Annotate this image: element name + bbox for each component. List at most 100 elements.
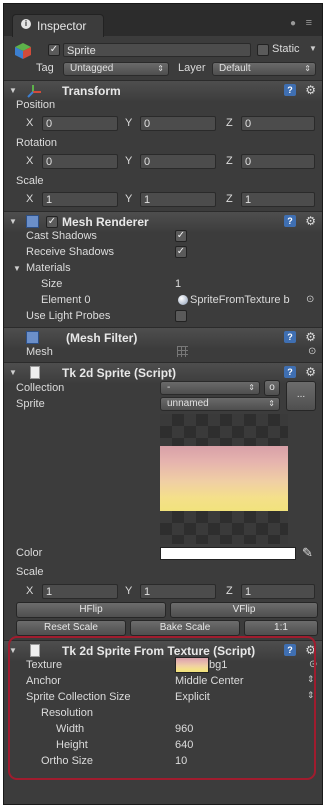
gameobject-icon (14, 42, 32, 60)
static-dropdown-icon[interactable]: ▼ (309, 44, 317, 53)
layer-label: Layer (178, 62, 206, 74)
sprite-scale-label: Scale (16, 566, 44, 578)
one-to-one-button[interactable]: 1:1 (244, 620, 318, 636)
axis-z-label: Z (226, 585, 233, 597)
highlight-outline (8, 636, 316, 780)
rotation-z-field[interactable]: 0 (241, 154, 315, 169)
transform-header[interactable]: ▼ Transform ? ⚙ (4, 80, 322, 101)
script-icon (30, 366, 40, 379)
foldout-icon[interactable]: ▼ (9, 368, 17, 377)
layer-dropdown[interactable]: Default ⇕ (212, 62, 316, 76)
sprite-label: Sprite (16, 398, 45, 410)
menu-icon[interactable]: ≡ (306, 17, 312, 29)
collection-dropdown[interactable]: - ⇕ (160, 381, 260, 395)
materials-foldout-icon[interactable]: ▼ (13, 264, 21, 273)
updown-icon: ⇕ (157, 64, 164, 73)
mesh-renderer-header[interactable]: ▼ ✓ Mesh Renderer ? ⚙ (4, 211, 322, 232)
axis-y-label: Y (125, 155, 133, 167)
color-label: Color (16, 547, 43, 559)
gear-icon[interactable]: ⚙ (305, 214, 316, 228)
sprite-scale-z-field[interactable]: 1 (241, 584, 315, 599)
foldout-icon[interactable]: ▼ (9, 217, 17, 226)
tk2d-sprite-title: Tk 2d Sprite (Script) (62, 366, 177, 380)
mesh-renderer-enabled-checkbox[interactable]: ✓ (46, 216, 58, 228)
tag-dropdown[interactable]: Untagged ⇕ (63, 62, 169, 76)
position-y-field[interactable]: 0 (140, 116, 216, 131)
sprite-more-button[interactable]: ... (286, 381, 316, 411)
rotation-y-field[interactable]: 0 (140, 154, 216, 169)
lock-icon[interactable]: ● (290, 18, 296, 29)
collection-value: - (167, 382, 171, 393)
updown-icon: ⇕ (248, 383, 255, 392)
sprite-value: unnamed (167, 398, 209, 409)
mesh-filter-icon (26, 331, 39, 344)
help-icon[interactable]: ? (284, 215, 296, 227)
sprite-scale-x-field[interactable]: 1 (42, 584, 118, 599)
mesh-filter-header[interactable]: (Mesh Filter) ? ⚙ (4, 327, 322, 348)
vflip-button[interactable]: VFlip (170, 602, 318, 618)
tag-value: Untagged (70, 63, 114, 74)
axis-z-label: Z (226, 155, 233, 167)
color-swatch[interactable] (160, 547, 296, 560)
hflip-button[interactable]: HFlip (16, 602, 166, 618)
axis-y-label: Y (125, 193, 133, 205)
axis-y-label: Y (125, 585, 133, 597)
sprite-dropdown[interactable]: unnamed ⇕ (160, 397, 280, 411)
tab-title: Inspector (37, 19, 87, 33)
scale-z-field[interactable]: 1 (241, 192, 315, 207)
mesh-renderer-icon (26, 215, 39, 228)
eyedropper-icon[interactable]: ✎ (302, 545, 313, 561)
gear-icon[interactable]: ⚙ (305, 83, 316, 97)
active-checkbox[interactable]: ✓ (48, 44, 60, 56)
static-label: Static (272, 43, 300, 55)
position-x-field[interactable]: 0 (42, 116, 118, 131)
bake-scale-button[interactable]: Bake Scale (130, 620, 240, 636)
collection-label: Collection (16, 382, 65, 394)
gear-icon[interactable]: ⚙ (305, 330, 316, 344)
updown-icon: ⇕ (304, 64, 311, 73)
cast-shadows-checkbox[interactable]: ✓ (175, 230, 187, 242)
axis-x-label: X (26, 117, 34, 129)
axis-z-label: Z (226, 117, 233, 129)
material-sphere-icon (178, 295, 188, 305)
title-bar: i Inspector ● ≡ (4, 4, 322, 37)
reset-scale-button[interactable]: Reset Scale (16, 620, 126, 636)
materials-size-label: Size (41, 278, 63, 290)
rotation-label: Rotation (16, 137, 57, 149)
axis-x-label: X (26, 585, 34, 597)
position-z-field[interactable]: 0 (241, 116, 315, 131)
gear-icon[interactable]: ⚙ (305, 365, 316, 379)
rotation-x-field[interactable]: 0 (42, 154, 118, 169)
updown-icon: ⇕ (268, 399, 275, 408)
object-picker-icon[interactable]: ⊙ (306, 294, 314, 305)
sprite-scale-y-field[interactable]: 1 (140, 584, 216, 599)
mesh-label: Mesh (26, 346, 53, 358)
scale-x-field[interactable]: 1 (42, 192, 118, 207)
collection-select-button[interactable]: o (264, 380, 280, 396)
mesh-renderer-title: Mesh Renderer (62, 215, 149, 229)
info-icon: i (21, 19, 31, 29)
receive-shadows-checkbox[interactable]: ✓ (175, 246, 187, 258)
light-probes-label: Use Light Probes (26, 310, 111, 322)
static-checkbox[interactable] (257, 44, 269, 56)
scale-y-field[interactable]: 1 (140, 192, 216, 207)
light-probes-checkbox[interactable] (175, 310, 187, 322)
transform-title: Transform (62, 84, 121, 98)
help-icon[interactable]: ? (284, 366, 296, 378)
scale-label: Scale (16, 175, 44, 187)
element-0-value[interactable]: SpriteFromTexture b (190, 294, 290, 306)
help-icon[interactable]: ? (284, 84, 296, 96)
foldout-icon[interactable]: ▼ (9, 86, 17, 95)
tag-label: Tag (36, 62, 54, 74)
help-icon[interactable]: ? (284, 331, 296, 343)
axis-z-label: Z (226, 193, 233, 205)
axis-y-label: Y (125, 117, 133, 129)
object-name-field[interactable]: Sprite (63, 43, 251, 57)
object-picker-icon[interactable]: ⊙ (308, 346, 316, 357)
axis-x-label: X (26, 193, 34, 205)
position-label: Position (16, 99, 56, 111)
materials-label: Materials (26, 262, 71, 274)
materials-size-value[interactable]: 1 (175, 278, 181, 290)
receive-shadows-label: Receive Shadows (26, 246, 115, 258)
tab-inspector[interactable]: i Inspector (12, 14, 104, 37)
